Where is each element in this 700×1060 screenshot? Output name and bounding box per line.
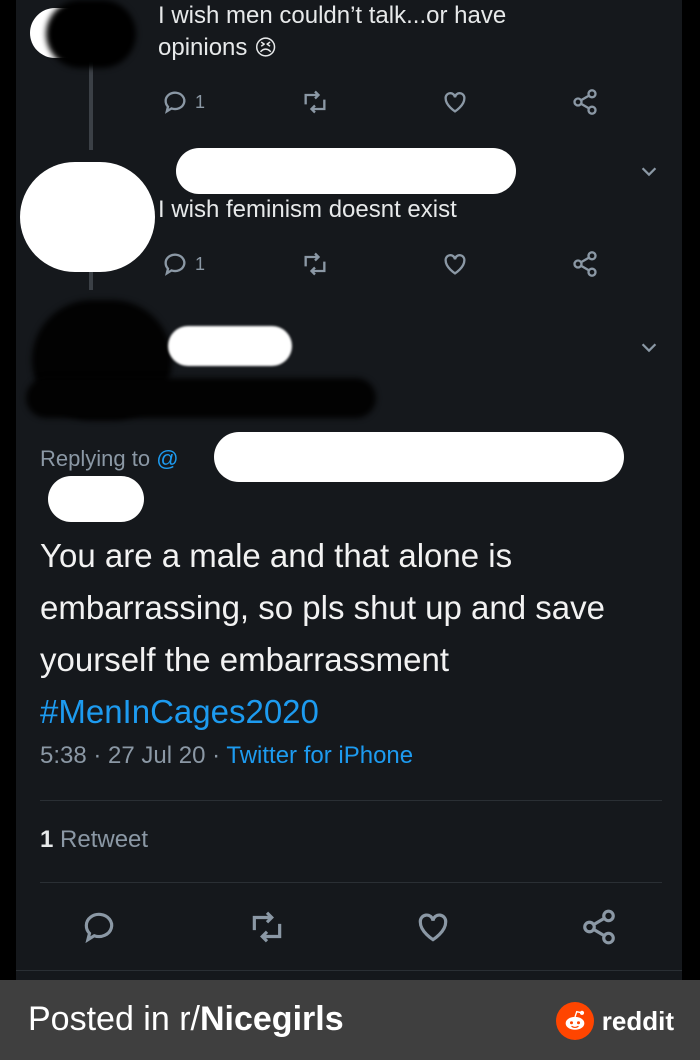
reply-count: 1 <box>195 91 206 112</box>
retweet-icon[interactable] <box>248 908 286 946</box>
redacted-name <box>176 148 516 194</box>
chevron-down-icon[interactable] <box>638 336 660 358</box>
retweet-stats[interactable]: 1 Retweet <box>40 826 148 854</box>
reddit-brand: reddit <box>555 1002 674 1040</box>
tweet-time: 5:38 <box>40 742 87 769</box>
retweet-icon <box>304 252 326 276</box>
share-icon[interactable] <box>580 908 618 946</box>
tweet-text: I wish men couldn’t talk...or have opini… <box>158 2 507 61</box>
share-button[interactable] <box>571 88 599 116</box>
retweet-label: Retweet <box>60 826 149 853</box>
like-icon <box>444 92 466 113</box>
reply-icon <box>164 253 186 276</box>
redacted-avatar <box>46 0 136 68</box>
reddit-footer-banner: Posted in r/Nicegirls reddit <box>0 980 700 1060</box>
like-icon[interactable] <box>414 908 452 946</box>
retweet-count: 1 <box>40 826 54 853</box>
posted-in-text: Posted in r/Nicegirls <box>28 1000 344 1038</box>
chevron-down-icon[interactable] <box>638 160 660 182</box>
like-icon <box>444 254 466 275</box>
share-icon <box>573 89 597 115</box>
divider <box>16 970 682 971</box>
subreddit-name: Nicegirls <box>199 1000 344 1038</box>
retweet-button[interactable] <box>301 250 329 278</box>
tweet-metadata: 5:38 · 27 Jul 20 · Twitter for iPhone <box>40 742 414 769</box>
reddit-wordmark: reddit <box>601 1005 674 1036</box>
like-button[interactable] <box>441 250 469 278</box>
tweet-source-link[interactable]: Twitter for iPhone <box>226 742 413 769</box>
tweet-actions: 1 <box>161 88 601 118</box>
main-tweet-actions <box>16 908 682 948</box>
redacted-handle <box>48 476 144 522</box>
share-button[interactable] <box>571 250 599 278</box>
reddit-logo-icon <box>555 1002 594 1040</box>
persevering-face-emoji: 😣 <box>254 35 278 60</box>
redacted-avatar <box>20 162 155 272</box>
redacted-handle <box>214 432 624 482</box>
tweet-actions: 1 <box>161 250 601 280</box>
tweet-text: I wish feminism doesnt exist <box>158 196 457 223</box>
main-tweet-text: You are a male and that alone is embarra… <box>40 530 670 738</box>
replying-to: Replying to @ <box>40 446 179 471</box>
divider <box>40 800 662 801</box>
retweet-button[interactable] <box>301 88 329 116</box>
share-icon <box>573 251 597 277</box>
hashtag-link[interactable]: #MenInCages2020 <box>40 686 670 738</box>
thread-line <box>89 60 93 150</box>
divider <box>40 882 662 883</box>
like-button[interactable] <box>441 88 469 116</box>
reply-handle-link[interactable]: @ <box>156 446 178 471</box>
reply-button[interactable]: 1 <box>161 88 205 116</box>
redacted-name <box>26 378 376 418</box>
reply-count: 1 <box>195 253 206 274</box>
retweet-icon <box>304 90 326 114</box>
tweet-date: 27 Jul 20 <box>108 742 206 769</box>
redacted-name <box>168 326 292 366</box>
reply-button[interactable]: 1 <box>161 250 205 278</box>
reply-icon <box>164 91 186 114</box>
twitter-thread-screen: I wish men couldn’t talk...or have opini… <box>16 0 682 980</box>
reply-icon[interactable] <box>80 908 118 946</box>
